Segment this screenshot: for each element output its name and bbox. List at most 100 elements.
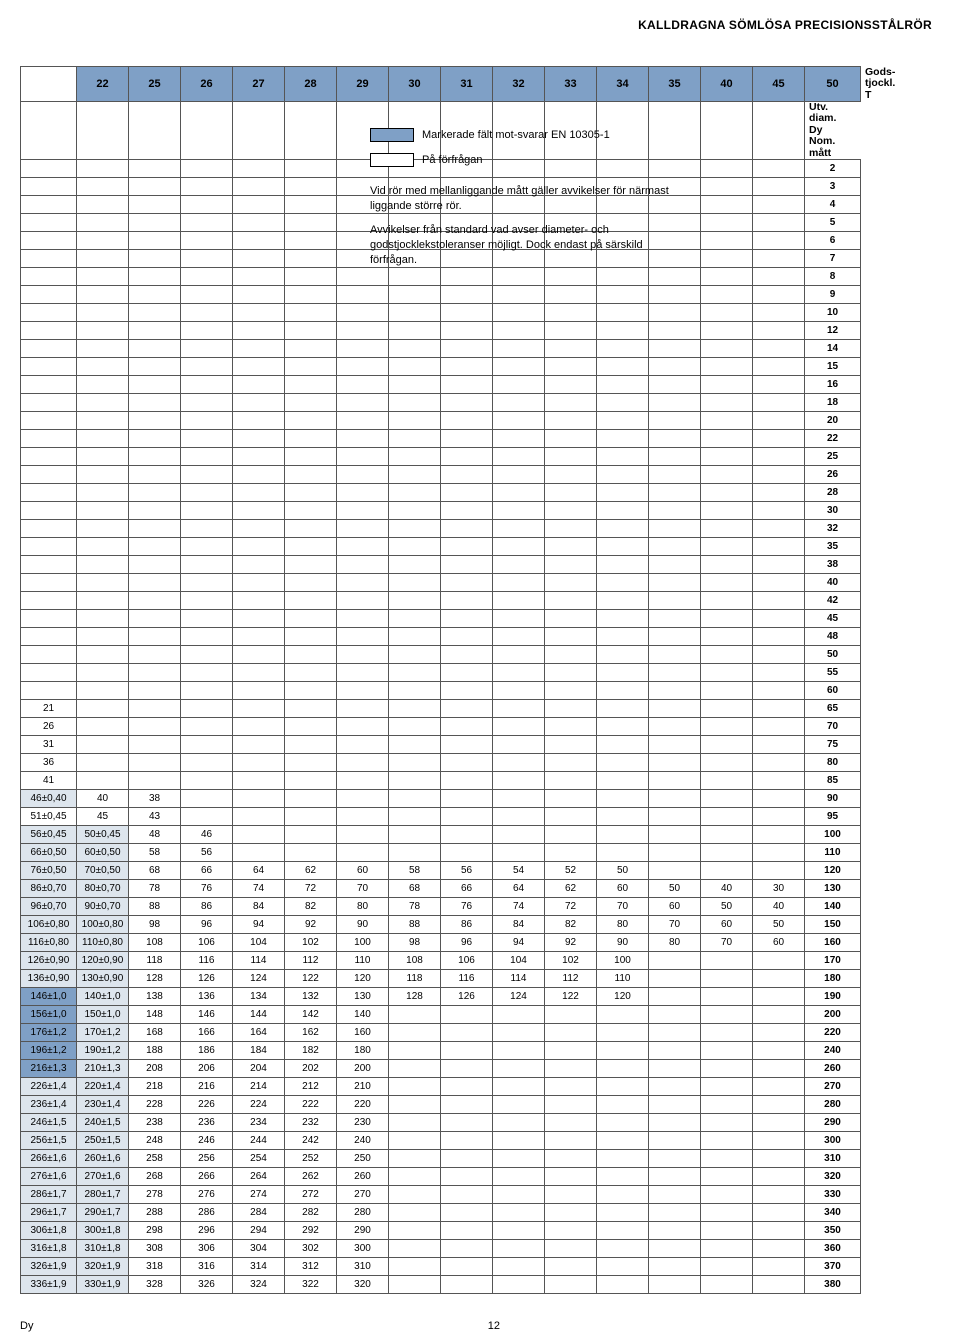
cell [441,1168,493,1186]
cell [389,1132,441,1150]
cell [77,592,129,610]
cell [337,790,389,808]
cell [701,1060,753,1078]
cell: 214 [233,1078,285,1096]
cell [753,556,805,574]
cell [493,1006,545,1024]
cell [701,988,753,1006]
cell [753,1168,805,1186]
cell [389,430,441,448]
cell [181,790,233,808]
cell [649,394,701,412]
table-row: 50 [21,646,932,664]
right-value: 50 [805,646,861,664]
cell [129,592,181,610]
table-row: 26 [21,466,932,484]
cell [285,682,337,700]
cell [285,376,337,394]
cell: 50 [701,898,753,916]
cell: 142 [285,1006,337,1024]
cell: 41 [21,772,77,790]
cell [77,178,129,196]
cell [285,286,337,304]
cell [389,1168,441,1186]
right-value: 150 [805,916,861,934]
cell [129,178,181,196]
cell [753,808,805,826]
cell: 100±0,80 [77,916,129,934]
table-row: 266±1,6260±1,6258256254252250310 [21,1150,932,1168]
cell [441,700,493,718]
cell [753,736,805,754]
cell: 298 [129,1222,181,1240]
cell [545,1276,597,1294]
cell [21,412,77,430]
cell [701,1276,753,1294]
cell [597,430,649,448]
cell: 220±1,4 [77,1078,129,1096]
cell [649,484,701,502]
cell [597,1096,649,1114]
cell [597,412,649,430]
cell [649,1006,701,1024]
right-value: 130 [805,880,861,898]
table-row: 106±0,80100±0,80989694929088868482807060… [21,916,932,934]
cell [285,484,337,502]
cell [77,646,129,664]
cell: 60 [649,898,701,916]
cell: 224 [233,1096,285,1114]
cell [233,250,285,268]
cell [701,286,753,304]
cell [233,214,285,232]
cell [21,646,77,664]
cell: 254 [233,1150,285,1168]
cell: 78 [129,880,181,898]
cell [753,340,805,358]
cell: 130 [337,988,389,1006]
cell [649,286,701,304]
cell [701,1240,753,1258]
table-row: 25 [21,448,932,466]
cell [545,700,597,718]
cell [181,430,233,448]
cell: 202 [285,1060,337,1078]
cell [181,466,233,484]
cell [649,538,701,556]
cell: 104 [493,952,545,970]
cell: 46±0,40 [21,790,77,808]
cell: 70 [649,916,701,934]
cell [389,1222,441,1240]
cell: 64 [233,862,285,880]
cell: 100 [597,952,649,970]
cell: 164 [233,1024,285,1042]
cell: 80±0,70 [77,880,129,898]
cell [77,772,129,790]
cell: 188 [129,1042,181,1060]
cell: 228 [129,1096,181,1114]
cell [441,610,493,628]
cell [545,1006,597,1024]
cell [129,412,181,430]
table-row: 226±1,4220±1,4218216214212210270 [21,1078,932,1096]
cell [389,736,441,754]
cell [493,430,545,448]
cell [597,1114,649,1132]
cell [389,1186,441,1204]
col-header: 45 [753,67,805,102]
cell: 114 [493,970,545,988]
cell [21,268,77,286]
cell [77,412,129,430]
cell [649,268,701,286]
right-value: 300 [805,1132,861,1150]
cell [233,340,285,358]
cell [129,196,181,214]
cell [545,520,597,538]
cell: 86 [181,898,233,916]
cell: 70 [701,934,753,952]
cell [129,340,181,358]
cell [21,358,77,376]
table-row: 9 [21,286,932,304]
cell: 92 [285,916,337,934]
right-value: 8 [805,268,861,286]
cell: 320±1,9 [77,1258,129,1276]
